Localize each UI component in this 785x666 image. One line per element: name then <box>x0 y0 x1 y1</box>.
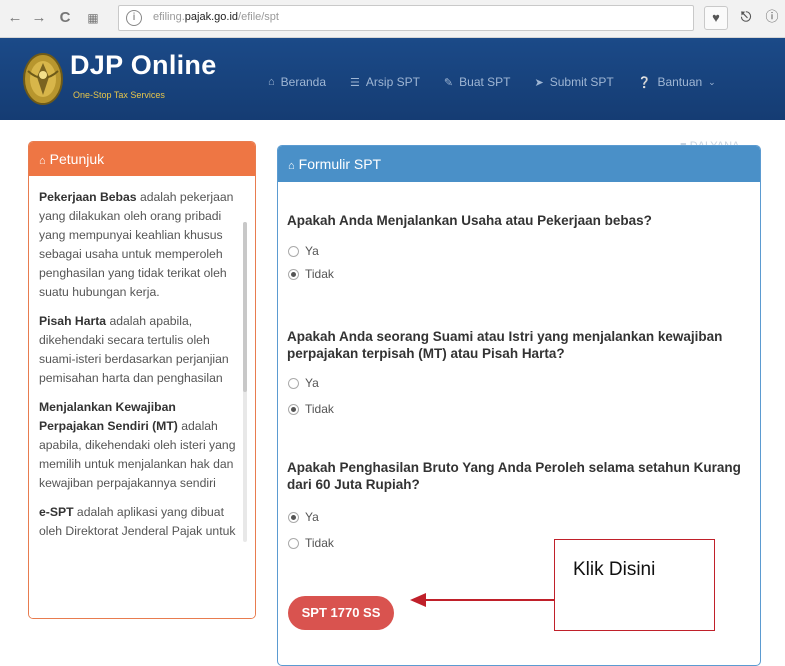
edit-icon: ✎ <box>443 76 454 89</box>
formulir-title: Formulir SPT <box>298 156 382 172</box>
option-label: Tidak <box>305 402 334 416</box>
nav-submit-spt[interactable]: ➤ Submit SPT <box>535 75 614 89</box>
spt-1770-ss-button[interactable]: SPT 1770 SS <box>288 596 394 630</box>
nav-label: Bantuan <box>657 75 703 89</box>
petunjuk-term: Pekerjaan Bebas <box>39 190 137 204</box>
radio-button[interactable] <box>288 245 299 257</box>
brand-subtitle: One-Stop Tax Services <box>73 90 165 100</box>
forward-arrow-icon[interactable]: → <box>30 9 48 27</box>
q3-option-ya[interactable]: Ya <box>288 510 319 524</box>
help-icon: ❔ <box>637 76 652 89</box>
radio-button-selected[interactable] <box>288 511 299 523</box>
petunjuk-item: Pekerjaan Bebas adalah pekerjaan yang di… <box>39 188 244 302</box>
address-url: efiling.pajak.go.id/efile/spt <box>153 11 279 23</box>
radio-button-selected[interactable] <box>288 268 299 280</box>
nav-buat-spt[interactable]: ✎ Buat SPT <box>444 75 511 89</box>
q2-option-tidak[interactable]: Tidak <box>288 402 334 416</box>
main-nav: ⌂ Beranda ☰ Arsip SPT ✎ Buat SPT ➤ Submit SP… <box>268 75 740 89</box>
address-bar[interactable]: i efiling.pajak.go.id/efile/spt <box>118 5 694 31</box>
question-1: Apakah Anda Menjalankan Usaha atau Peker… <box>287 213 652 228</box>
send-icon: ➤ <box>534 76 544 89</box>
reload-icon[interactable]: C <box>56 9 74 27</box>
formulir-header: ⌂ Formulir SPT <box>278 146 760 182</box>
petunjuk-term: Pisah Harta <box>39 314 107 328</box>
heart-icon[interactable]: ♥ <box>704 6 728 30</box>
option-label: Ya <box>305 244 319 258</box>
petunjuk-item: e-SPT adalah aplikasi yang dibuat oleh D… <box>39 503 244 541</box>
nav-arsip-spt[interactable]: ☰ Arsip SPT <box>350 75 420 89</box>
browser-toolbar: ← → C ▦ i efiling.pajak.go.id/efile/spt … <box>0 0 785 38</box>
q2-option-ya[interactable]: Ya <box>288 376 319 390</box>
petunjuk-item: Pisah Harta adalah apabila, dikehendaki … <box>39 312 244 388</box>
petunjuk-panel: ⌂ Petunjuk Pekerjaan Bebas adalah pekerja… <box>28 141 256 619</box>
option-label: Tidak <box>305 536 334 550</box>
apps-grid-icon[interactable]: ▦ <box>84 9 102 27</box>
question-3: Apakah Penghasilan Bruto Yang Anda Perol… <box>287 460 741 492</box>
annotation-callout: Klik Disini <box>554 539 715 631</box>
site-header: DJP Online One-Stop Tax Services ⌂ Berand… <box>0 38 785 120</box>
petunjuk-term: e-SPT <box>39 505 74 519</box>
nav-bantuan[interactable]: ❔ Bantuan ⌄ <box>638 75 716 89</box>
q1-option-tidak[interactable]: Tidak <box>288 267 334 281</box>
chevron-down-icon: ⌄ <box>708 76 716 87</box>
extension-power-icon[interactable]: ⎋ <box>734 6 758 30</box>
annotation-arrow <box>410 593 554 607</box>
home-icon: ⌂ <box>268 76 275 88</box>
question-2: Apakah Anda seorang Suami atau Istri yan… <box>287 329 723 361</box>
nav-label: Submit SPT <box>549 75 614 89</box>
brand-title: DJP Online <box>70 50 217 80</box>
petunjuk-header: ⌂ Petunjuk <box>29 142 255 176</box>
nav-label: Beranda <box>280 75 327 89</box>
djp-logo-emblem <box>23 53 63 105</box>
q3-option-tidak[interactable]: Tidak <box>288 536 334 550</box>
option-label: Ya <box>305 510 319 524</box>
option-label: Ya <box>305 376 319 390</box>
nav-label: Buat SPT <box>459 75 511 89</box>
home-icon: ⌂ <box>288 160 295 172</box>
q1-option-ya[interactable]: Ya <box>288 244 319 258</box>
nav-label: Arsip SPT <box>365 75 420 89</box>
extension-alert-icon[interactable]: ⓘ <box>760 6 784 30</box>
radio-button[interactable] <box>288 537 299 549</box>
nav-beranda[interactable]: ⌂ Beranda <box>268 75 326 89</box>
list-icon: ☰ <box>350 76 360 89</box>
radio-button[interactable] <box>288 377 299 389</box>
petunjuk-term: Menjalankan Kewajiban Perpajakan Sendiri… <box>39 400 178 433</box>
petunjuk-title: Petunjuk <box>49 151 105 167</box>
home-icon: ⌂ <box>39 155 46 167</box>
petunjuk-text: adalah pekerjaan yang dilakukan oleh ora… <box>39 190 234 299</box>
petunjuk-item: Menjalankan Kewajiban Perpajakan Sendiri… <box>39 398 244 493</box>
petunjuk-bottom-mask <box>29 600 255 618</box>
annotation-text: Klik Disini <box>573 559 656 580</box>
site-info-icon[interactable]: i <box>126 10 142 26</box>
petunjuk-body: Pekerjaan Bebas adalah pekerjaan yang di… <box>39 188 244 551</box>
radio-button-selected[interactable] <box>288 403 299 415</box>
option-label: Tidak <box>305 267 334 281</box>
back-arrow-icon[interactable]: ← <box>6 9 24 27</box>
